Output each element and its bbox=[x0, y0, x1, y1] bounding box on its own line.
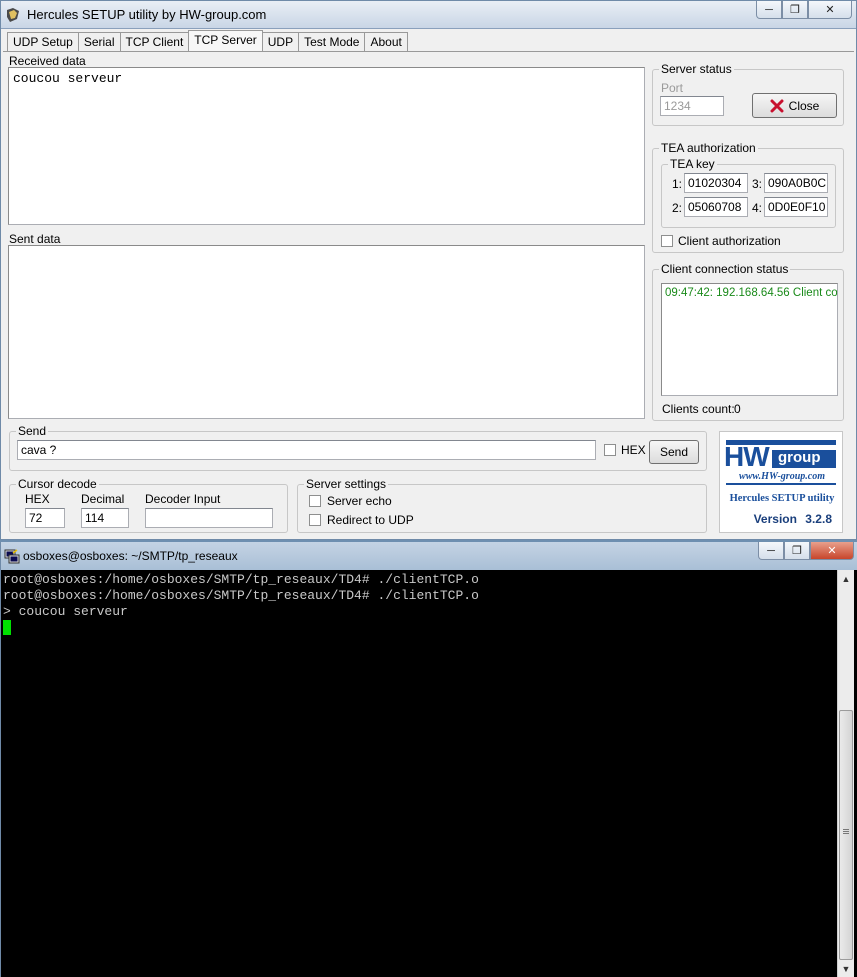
received-data-area[interactable]: coucou serveur bbox=[8, 67, 645, 225]
send-input[interactable]: cava ? bbox=[17, 440, 596, 460]
hw-group-logo[interactable]: HW group www.HW-group.com Hercules SETUP… bbox=[719, 431, 843, 533]
close-server-button[interactable]: Close bbox=[752, 93, 837, 118]
tea-key3-label: 3: bbox=[752, 177, 763, 191]
terminal-window: osboxes@osboxes: ~/SMTP/tp_reseaux ─ ❐ ✕… bbox=[0, 542, 857, 977]
terminal-cursor-line bbox=[3, 620, 837, 636]
cursor-hex-field[interactable]: 72 bbox=[25, 508, 65, 528]
decoder-input-field[interactable] bbox=[145, 508, 273, 528]
restore-icon: ❐ bbox=[792, 545, 802, 557]
minimize-icon: ─ bbox=[767, 544, 775, 557]
close-icon: ✕ bbox=[827, 545, 837, 557]
client-authorization-label: Client authorization bbox=[678, 234, 781, 248]
client-connection-label: Client connection status bbox=[659, 262, 791, 276]
send-group-label: Send bbox=[16, 424, 49, 438]
window-title: Hercules SETUP utility by HW-group.com bbox=[27, 7, 267, 22]
terminal-line: root@osboxes:/home/osboxes/SMTP/tp_resea… bbox=[3, 588, 479, 603]
scroll-down-icon: ▼ bbox=[841, 963, 851, 974]
logo-bar-bottom bbox=[726, 483, 836, 485]
tea-key2-field[interactable]: 05060708 bbox=[684, 197, 748, 217]
clients-count-label: Clients count: bbox=[662, 402, 735, 416]
tea-key1-label: 1: bbox=[672, 177, 683, 191]
terminal-screen[interactable]: root@osboxes:/home/osboxes/SMTP/tp_resea… bbox=[1, 570, 837, 977]
minimize-icon: ─ bbox=[765, 3, 773, 16]
terminal-title-bar[interactable]: osboxes@osboxes: ~/SMTP/tp_reseaux ─ ❐ ✕ bbox=[1, 542, 857, 570]
terminal-line: root@osboxes:/home/osboxes/SMTP/tp_resea… bbox=[3, 572, 479, 587]
clients-count-value: 0 bbox=[734, 402, 741, 416]
hercules-title-bar[interactable]: Hercules SETUP utility by HW-group.com ─… bbox=[1, 1, 856, 29]
tab-test-mode[interactable]: Test Mode bbox=[298, 32, 366, 51]
server-settings-label: Server settings bbox=[304, 477, 389, 491]
port-field[interactable]: 1234 bbox=[660, 96, 724, 116]
logo-product: Hercules SETUP utility bbox=[729, 493, 835, 504]
close-server-label: Close bbox=[788, 98, 820, 113]
putty-icon bbox=[4, 549, 20, 564]
hercules-app-icon bbox=[7, 8, 19, 22]
tea-key-label: TEA key bbox=[668, 157, 717, 171]
tab-bar: UDP Setup Serial TCP Client TCP Server U… bbox=[7, 30, 408, 52]
tea-key1-field[interactable]: 01020304 bbox=[684, 173, 748, 193]
server-status-label: Server status bbox=[659, 62, 734, 76]
caption-buttons: ─ ❐ ✕ bbox=[756, 1, 852, 21]
minimize-button[interactable]: ─ bbox=[756, 1, 782, 19]
hex-checkbox[interactable] bbox=[604, 444, 616, 456]
tea-key4-field[interactable]: 0D0E0F10 bbox=[764, 197, 828, 217]
scroll-up-icon: ▲ bbox=[841, 573, 851, 584]
scroll-up-button[interactable]: ▲ bbox=[838, 570, 854, 587]
server-echo-label: Server echo bbox=[327, 494, 392, 508]
tab-tcp-client[interactable]: TCP Client bbox=[119, 32, 190, 51]
client-list-entry[interactable]: 09:47:42: 192.168.64.56 Client con bbox=[665, 287, 837, 299]
redirect-udp-label: Redirect to UDP bbox=[327, 513, 414, 527]
terminal-scrollbar[interactable]: ▲ ▼ bbox=[837, 570, 854, 977]
logo-version-label: Version bbox=[753, 512, 797, 526]
tea-key3-field[interactable]: 090A0B0C bbox=[764, 173, 828, 193]
client-authorization-checkbox[interactable] bbox=[661, 235, 673, 247]
restore-icon: ❐ bbox=[790, 4, 800, 16]
client-list[interactable]: 09:47:42: 192.168.64.56 Client con bbox=[661, 283, 838, 396]
hex-checkbox-label: HEX bbox=[621, 443, 646, 457]
terminal-close-button[interactable]: ✕ bbox=[810, 542, 854, 560]
logo-url: www.HW-group.com bbox=[739, 471, 825, 482]
tab-udp[interactable]: UDP bbox=[261, 32, 300, 51]
cursor-decode-label: Cursor decode bbox=[16, 477, 99, 491]
logo-hw-text: HW bbox=[724, 441, 770, 472]
terminal-line: > coucou serveur bbox=[3, 604, 128, 619]
tab-serial[interactable]: Serial bbox=[77, 32, 121, 51]
send-button[interactable]: Send bbox=[649, 440, 699, 464]
terminal-cursor bbox=[3, 620, 11, 635]
close-icon: ✕ bbox=[825, 4, 835, 16]
server-echo-checkbox[interactable] bbox=[309, 495, 321, 507]
cursor-hex-label: HEX bbox=[25, 492, 50, 506]
hercules-window: Hercules SETUP utility by HW-group.com ─… bbox=[0, 0, 857, 540]
terminal-minimize-button[interactable]: ─ bbox=[758, 542, 784, 560]
terminal-maximize-button[interactable]: ❐ bbox=[784, 542, 810, 560]
decoder-input-label: Decoder Input bbox=[145, 492, 221, 506]
tab-udp-setup[interactable]: UDP Setup bbox=[7, 32, 79, 51]
received-data-text: coucou serveur bbox=[13, 71, 123, 86]
tab-about[interactable]: About bbox=[364, 32, 408, 51]
scroll-down-button[interactable]: ▼ bbox=[838, 960, 854, 977]
tab-tcp-server[interactable]: TCP Server bbox=[188, 30, 263, 51]
cursor-decimal-field[interactable]: 114 bbox=[81, 508, 129, 528]
close-x-icon bbox=[770, 99, 784, 112]
sent-data-label: Sent data bbox=[9, 232, 61, 246]
tab-divider bbox=[3, 51, 854, 52]
terminal-title: osboxes@osboxes: ~/SMTP/tp_reseaux bbox=[23, 549, 238, 563]
maximize-button[interactable]: ❐ bbox=[782, 1, 808, 19]
redirect-udp-checkbox[interactable] bbox=[309, 514, 321, 526]
logo-version-number: 3.2.8 bbox=[805, 512, 832, 526]
port-label: Port bbox=[661, 81, 684, 95]
cursor-decimal-label: Decimal bbox=[81, 492, 125, 506]
received-data-label: Received data bbox=[9, 54, 86, 68]
logo-group-text: group bbox=[778, 449, 821, 466]
logo-version-line: Version 3.2.8 bbox=[754, 512, 832, 526]
close-window-button[interactable]: ✕ bbox=[808, 1, 852, 19]
tea-key4-label: 4: bbox=[752, 201, 763, 215]
tea-authorization-label: TEA authorization bbox=[659, 141, 758, 155]
sent-data-area[interactable] bbox=[8, 245, 645, 419]
scroll-thumb[interactable] bbox=[839, 710, 853, 960]
tea-key2-label: 2: bbox=[672, 201, 683, 215]
scroll-grip-icon bbox=[843, 829, 849, 830]
terminal-caption-buttons: ─ ❐ ✕ bbox=[758, 542, 854, 562]
